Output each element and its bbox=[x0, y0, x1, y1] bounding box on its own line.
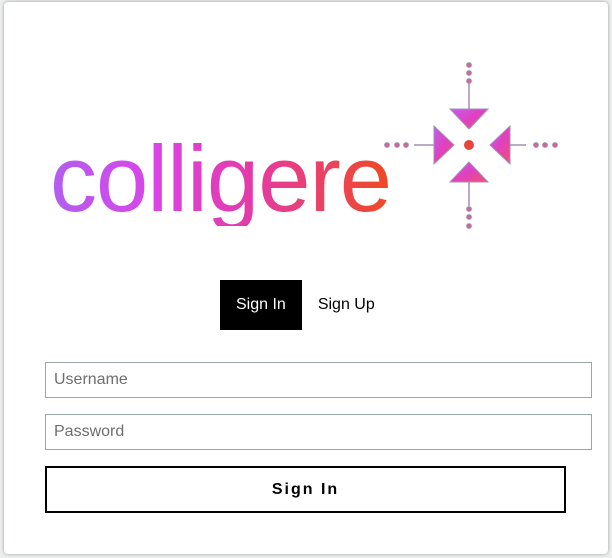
auth-tabs: Sign In Sign Up bbox=[220, 280, 391, 330]
tab-sign-in[interactable]: Sign In bbox=[220, 280, 302, 330]
tab-sign-up[interactable]: Sign Up bbox=[302, 280, 391, 330]
sign-in-button[interactable]: Sign In bbox=[45, 466, 566, 513]
password-input[interactable] bbox=[45, 414, 592, 450]
login-card: colligere Sign In Sign Up Username Sign … bbox=[4, 2, 608, 554]
converging-arrows-icon bbox=[384, 62, 558, 229]
username-input[interactable] bbox=[45, 362, 592, 398]
app-logo: colligere bbox=[4, 2, 608, 264]
logo-wordmark: colligere bbox=[50, 126, 392, 231]
